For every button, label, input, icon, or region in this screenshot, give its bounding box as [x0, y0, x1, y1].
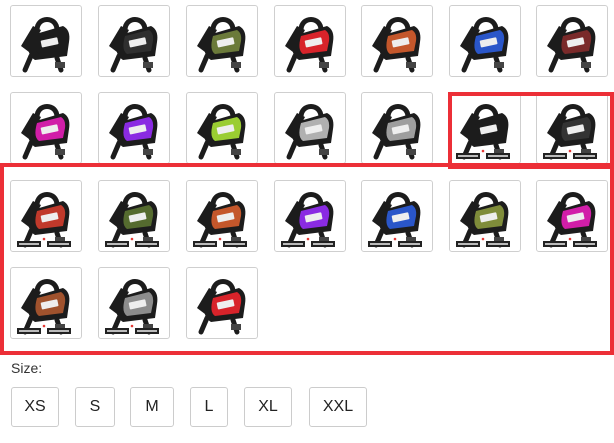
color-swatch[interactable]: [98, 180, 170, 252]
harness-icon: [285, 17, 334, 73]
color-swatch[interactable]: [10, 5, 82, 77]
color-swatch[interactable]: [186, 5, 258, 77]
harness-icon: [368, 192, 422, 248]
harness-icon: [105, 192, 159, 248]
color-swatch[interactable]: [186, 180, 258, 252]
color-swatch[interactable]: [361, 92, 433, 164]
harness-icon: [456, 192, 510, 248]
harness-icon: [543, 104, 597, 160]
color-swatch[interactable]: [449, 5, 521, 77]
color-swatch[interactable]: [361, 180, 433, 252]
size-option-xxl[interactable]: XXL: [309, 387, 367, 427]
color-swatch[interactable]: [186, 267, 258, 339]
color-swatch[interactable]: [361, 5, 433, 77]
harness-icon: [197, 17, 246, 73]
harness-icon: [281, 192, 335, 248]
color-swatch[interactable]: [98, 92, 170, 164]
harness-icon: [109, 104, 158, 160]
color-swatch[interactable]: [536, 5, 608, 77]
harness-icon: [17, 192, 71, 248]
harness-icon: [193, 192, 247, 248]
harness-icon: [109, 17, 158, 73]
harness-icon: [372, 17, 421, 73]
harness-icon: [21, 104, 70, 160]
color-swatch-grid: [0, 0, 614, 355]
size-label: Size:: [11, 360, 43, 376]
color-swatch[interactable]: [274, 92, 346, 164]
color-swatch[interactable]: [449, 180, 521, 252]
size-option-m[interactable]: M: [130, 387, 174, 427]
color-swatch[interactable]: [10, 267, 82, 339]
harness-icon: [105, 279, 159, 335]
size-option-l[interactable]: L: [190, 387, 228, 427]
harness-icon: [17, 279, 71, 335]
size-option-xs[interactable]: XS: [11, 387, 59, 427]
color-swatch[interactable]: [536, 92, 608, 164]
color-swatch[interactable]: [186, 92, 258, 164]
harness-icon: [547, 17, 596, 73]
harness-icon: [460, 17, 509, 73]
color-swatch[interactable]: [274, 180, 346, 252]
harness-icon: [456, 104, 510, 160]
color-swatch[interactable]: [10, 180, 82, 252]
size-option-xl[interactable]: XL: [244, 387, 292, 427]
color-swatch[interactable]: [10, 92, 82, 164]
harness-icon: [543, 192, 597, 248]
harness-icon: [372, 104, 421, 160]
color-swatch[interactable]: [98, 267, 170, 339]
color-swatch[interactable]: [98, 5, 170, 77]
color-swatch[interactable]: [449, 92, 521, 164]
harness-icon: [285, 104, 334, 160]
harness-icon: [197, 279, 246, 335]
color-swatch[interactable]: [536, 180, 608, 252]
harness-icon: [21, 17, 70, 73]
size-option-s[interactable]: S: [75, 387, 115, 427]
color-swatch[interactable]: [274, 5, 346, 77]
harness-icon: [197, 104, 246, 160]
